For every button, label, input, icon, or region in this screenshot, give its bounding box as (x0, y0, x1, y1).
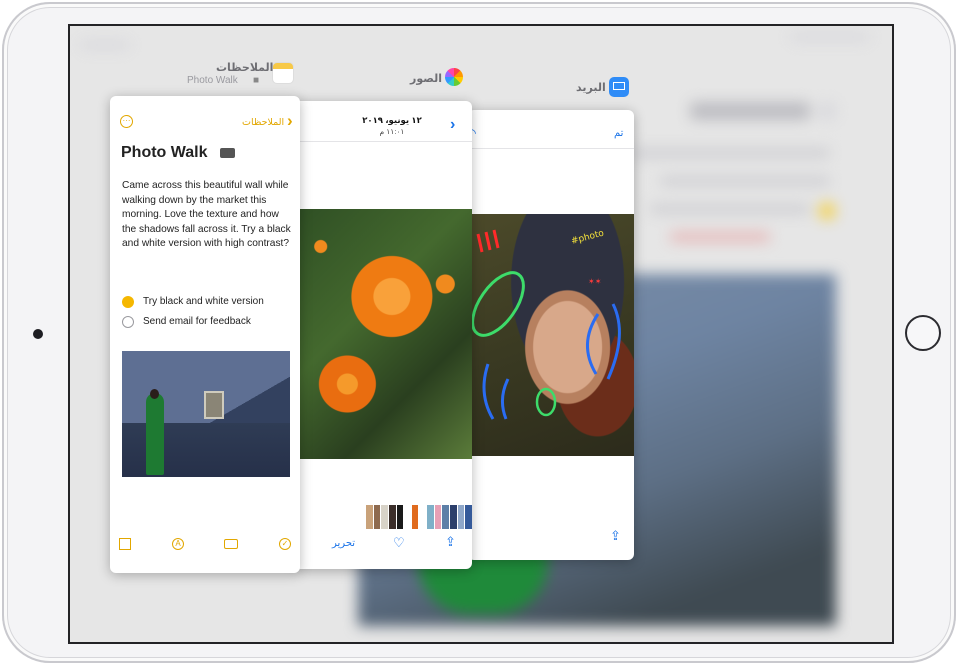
mail-done-button[interactable]: تم (614, 128, 623, 139)
mail-share-icon[interactable]: ⇪ (610, 528, 621, 544)
photo-thumbnail-strip[interactable] (294, 505, 472, 529)
flower-photo (294, 209, 472, 459)
ipad-frame: الملاحظات Photo Walk ■ الصور البريد تم ◠… (2, 2, 956, 663)
compose-icon[interactable] (119, 538, 131, 550)
notes-app-label: الملاحظات (216, 62, 274, 74)
markup-icon[interactable]: A (172, 538, 184, 550)
svg-text:✶✶: ✶✶ (588, 277, 601, 286)
note-title-camera-icon (220, 148, 235, 158)
notes-more-icon[interactable]: ··· (120, 115, 133, 128)
notes-back-chevron-icon[interactable]: › (287, 111, 293, 131)
notes-back-button[interactable]: الملاحظات (242, 117, 284, 128)
photos-share-icon[interactable]: ⇪ (445, 534, 456, 550)
photos-app-card[interactable]: ١٢ يونيو، ٢٠١٩ ١١:٠١ م › ▯ تحرير ♡ ⇪ (294, 101, 472, 569)
checklist-item: Send email for feedback (143, 316, 251, 327)
notes-app-card[interactable]: ··· الملاحظات › Photo Walk Came across t… (110, 96, 300, 573)
checklist-checked-icon[interactable] (122, 296, 134, 308)
mail-toolbar (468, 110, 634, 149)
photos-back-chevron-icon[interactable]: › (450, 116, 455, 134)
home-button[interactable] (905, 315, 941, 351)
mail-app-card[interactable]: تم ◠ #photo ✶✶ ⇪ (468, 110, 634, 560)
notes-note-subtitle: Photo Walk (187, 75, 238, 86)
note-body: Came across this beautiful wall while wa… (122, 180, 291, 250)
checklist-item: Try black and white version (143, 296, 264, 307)
photo-time: ١١:٠١ م (379, 127, 405, 136)
note-wall-photo (122, 351, 290, 477)
photo-date: ١٢ يونيو، ٢٠١٩ (362, 115, 422, 125)
envelope-icon (613, 82, 625, 90)
app-switcher-screen: الملاحظات Photo Walk ■ الصور البريد تم ◠… (68, 24, 894, 644)
front-camera (33, 329, 43, 339)
photos-app-label: الصور (410, 73, 442, 85)
photos-favorite-icon[interactable]: ♡ (393, 535, 405, 551)
checklist-icon[interactable]: ✓ (279, 538, 291, 550)
photos-edit-button[interactable]: تحرير (332, 538, 355, 549)
camera-icon[interactable] (224, 539, 238, 549)
markup-annotations: #photo ✶✶ (471, 228, 621, 420)
checklist-unchecked-icon[interactable] (122, 316, 134, 328)
svg-text:#photo: #photo (570, 228, 605, 246)
photos-app-icon (445, 68, 463, 86)
note-title: Photo Walk (121, 144, 208, 161)
camera-emoji-icon: ■ (253, 75, 260, 86)
mail-app-label: البريد (576, 82, 606, 94)
notes-app-icon (272, 62, 294, 84)
